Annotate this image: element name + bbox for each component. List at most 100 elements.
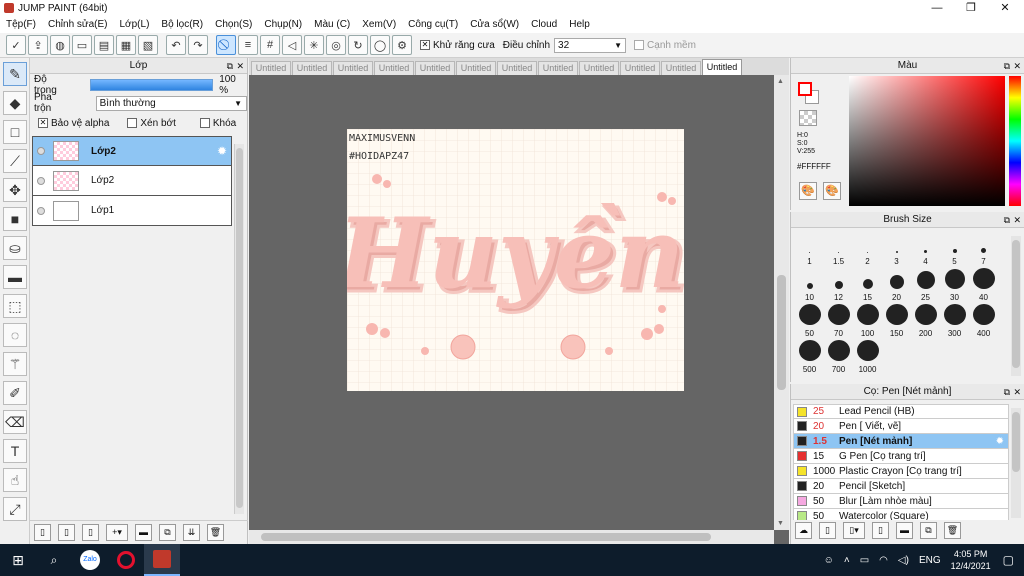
chevron-up-icon[interactable]: ˄ bbox=[844, 555, 850, 566]
minimize-button[interactable]: — bbox=[920, 0, 954, 16]
brush-list-item[interactable]: 15 G Pen [Cọ trang trí] bbox=[793, 449, 1009, 464]
tab-document-0[interactable]: Untitled bbox=[251, 61, 291, 75]
palette-icon[interactable]: 🎨 bbox=[799, 182, 817, 200]
concentric-circle-icon[interactable]: ◎ bbox=[326, 35, 346, 55]
trash-icon[interactable]: 🗑 bbox=[207, 524, 224, 541]
brush-list-item[interactable]: 50 Watercolor (Square) bbox=[793, 509, 1009, 520]
menu-item-9[interactable]: Cửa sổ(W) bbox=[470, 19, 519, 30]
search-icon[interactable]: ⌕ bbox=[36, 544, 72, 576]
close-button[interactable]: ✕ bbox=[988, 0, 1022, 16]
menu-item-0[interactable]: Tệp(F) bbox=[6, 19, 36, 30]
panel-float-icon[interactable]: ⧉ bbox=[1004, 384, 1010, 400]
panel-float-icon[interactable]: ⧉ bbox=[1004, 58, 1010, 74]
panel-close-icon[interactable]: ✕ bbox=[1013, 212, 1021, 228]
brush-size-cell[interactable]: 20 bbox=[882, 268, 911, 304]
brush-size-cell[interactable]: 70 bbox=[824, 304, 853, 340]
language-indicator[interactable]: ENG bbox=[919, 555, 941, 566]
panel-close-icon[interactable]: ✕ bbox=[1013, 384, 1021, 400]
brush-list-scrollbar[interactable] bbox=[1011, 408, 1021, 518]
vertical-scroll-thumb[interactable] bbox=[777, 275, 786, 390]
brush-size-cell[interactable]: 30 bbox=[940, 268, 969, 304]
frame-icon[interactable]: ▧ bbox=[138, 35, 158, 55]
menu-item-11[interactable]: Help bbox=[569, 19, 590, 30]
windows-start-icon[interactable]: ⊞ bbox=[0, 544, 36, 576]
notifications-icon[interactable]: ▢ bbox=[1003, 553, 1014, 567]
brush-folder-icon[interactable]: ▬ bbox=[896, 522, 913, 539]
parallel-lines-icon[interactable]: ≡ bbox=[238, 35, 258, 55]
brush-size-cell[interactable]: 7 bbox=[969, 232, 998, 268]
brush-size-cell[interactable]: 25 bbox=[911, 268, 940, 304]
brush-size-cell[interactable]: 700 bbox=[824, 340, 853, 376]
tab-document-5[interactable]: Untitled bbox=[456, 61, 496, 75]
folder-icon[interactable]: ▬ bbox=[135, 524, 152, 541]
layer-scrollbar[interactable] bbox=[234, 144, 244, 514]
brush-size-cell[interactable]: 300 bbox=[940, 304, 969, 340]
battery-icon[interactable]: ▭ bbox=[860, 555, 869, 566]
brush-list-item[interactable]: 50 Blur [Làm nhòe màu] bbox=[793, 494, 1009, 509]
rectangle-tool-icon[interactable]: □ bbox=[3, 120, 27, 144]
menu-item-8[interactable]: Công cụ(T) bbox=[408, 19, 458, 30]
brush-size-cell[interactable]: 1000 bbox=[853, 340, 882, 376]
visibility-icon[interactable] bbox=[37, 176, 45, 185]
lock-checkbox[interactable] bbox=[199, 118, 210, 128]
antialias-toggle[interactable]: ✕ Khử răng cưa bbox=[420, 40, 495, 51]
brush-cloud-icon[interactable]: ☁ bbox=[795, 522, 812, 539]
brush-size-scrollbar[interactable] bbox=[1011, 236, 1021, 376]
blend-mode-select[interactable]: Bình thường ▼ bbox=[95, 95, 247, 111]
eraser-tool-icon[interactable]: ◆ bbox=[3, 91, 27, 115]
vanishing-point-icon[interactable]: ◁ bbox=[282, 35, 302, 55]
tab-document-3[interactable]: Untitled bbox=[374, 61, 414, 75]
brush-size-cell[interactable]: 10 bbox=[795, 268, 824, 304]
menu-item-5[interactable]: Chụp(N) bbox=[264, 19, 302, 30]
saturation-value-picker[interactable] bbox=[849, 76, 1005, 206]
brush-size-cell[interactable]: 500 bbox=[795, 340, 824, 376]
horizontal-scrollbar[interactable] bbox=[249, 530, 774, 544]
smooth-edge-toggle[interactable]: Cạnh mềm bbox=[634, 40, 696, 51]
menu-item-2[interactable]: Lớp(L) bbox=[120, 19, 150, 30]
eyedropper-tool-icon[interactable]: ⤢ bbox=[3, 497, 27, 521]
tab-document-8[interactable]: Untitled bbox=[579, 61, 619, 75]
brush-list-item[interactable]: 1.5 Pen [Nét mảnh] ✹ bbox=[793, 434, 1009, 449]
layer-row[interactable]: Lớp2 ✹ bbox=[32, 136, 232, 166]
menu-item-10[interactable]: Cloud bbox=[531, 19, 557, 30]
layer-settings-icon[interactable]: ✹ bbox=[217, 144, 227, 158]
brush-size-cell[interactable]: 4 bbox=[911, 232, 940, 268]
text-tool-icon[interactable]: T bbox=[3, 439, 27, 463]
brush-trash-icon[interactable]: 🗑 bbox=[944, 522, 961, 539]
maximize-button[interactable]: ❐ bbox=[954, 0, 988, 16]
brush-duplicate-icon[interactable]: ⧉ bbox=[920, 522, 937, 539]
drawing-canvas[interactable]: MAXIMUSVENN #HOIDAPZ47 Huyền Huyền bbox=[347, 129, 684, 391]
visibility-icon[interactable] bbox=[37, 147, 45, 155]
menu-item-3[interactable]: Bộ lọc(R) bbox=[161, 19, 203, 30]
brush-list-item[interactable]: 25 Lead Pencil (HB) bbox=[793, 404, 1009, 419]
snap-off-icon[interactable]: ⃠ bbox=[216, 35, 236, 55]
lasso-tool-icon[interactable]: ◌ bbox=[3, 323, 27, 347]
grid-layout-icon[interactable]: ▦ bbox=[116, 35, 136, 55]
panel-float-icon[interactable]: ⧉ bbox=[227, 58, 233, 74]
new-brush-icon[interactable]: ▯ bbox=[819, 522, 836, 539]
panel-close-icon[interactable]: ✕ bbox=[236, 58, 244, 74]
menu-item-1[interactable]: Chỉnh sửa(E) bbox=[48, 19, 108, 30]
duplicate-layer-icon[interactable]: ▯ bbox=[82, 524, 99, 541]
jump-paint-app-icon[interactable] bbox=[144, 544, 180, 576]
brush-list-item[interactable]: 1000 Plastic Crayon [Cọ trang trí] bbox=[793, 464, 1009, 479]
brush-list-item[interactable]: 20 Pencil [Sketch] bbox=[793, 479, 1009, 494]
brush-size-cell[interactable]: 3 bbox=[882, 232, 911, 268]
layer-row[interactable]: Lớp2 bbox=[32, 166, 232, 196]
select-rect-tool-icon[interactable]: ⬚ bbox=[3, 294, 27, 318]
brush-list-item[interactable]: 20 Pen [ Viết, vẽ] bbox=[793, 419, 1009, 434]
brush-size-cell[interactable]: 200 bbox=[911, 304, 940, 340]
text-bubble-icon[interactable]: ▭ bbox=[72, 35, 92, 55]
tab-document-1[interactable]: Untitled bbox=[292, 61, 332, 75]
brush-size-cell[interactable]: 50 bbox=[795, 304, 824, 340]
horizontal-scroll-thumb[interactable] bbox=[261, 533, 711, 541]
radial-lines-icon[interactable]: ✳ bbox=[304, 35, 324, 55]
redo-icon[interactable]: ↷ bbox=[188, 35, 208, 55]
tab-document-6[interactable]: Untitled bbox=[497, 61, 537, 75]
panel-float-icon[interactable]: ⧉ bbox=[1004, 212, 1010, 228]
brush-size-cell[interactable]: 100 bbox=[853, 304, 882, 340]
brush-size-cell[interactable]: 2 bbox=[853, 232, 882, 268]
volume-icon[interactable]: ◁) bbox=[898, 555, 909, 566]
merge-layer-icon[interactable]: ⇊ bbox=[183, 524, 200, 541]
tab-document-10[interactable]: Untitled bbox=[661, 61, 701, 75]
